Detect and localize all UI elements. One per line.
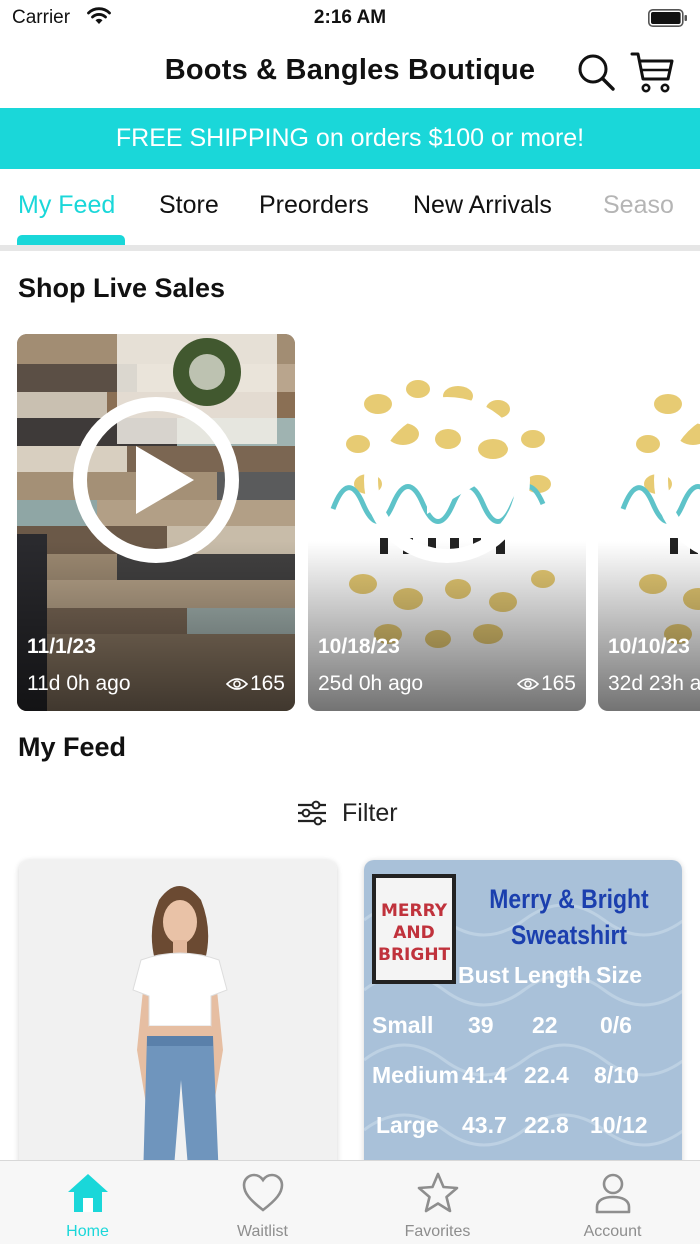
bottom-tab-bar: Home Waitlist Favorites Account bbox=[0, 1160, 700, 1244]
live-sale-ago: 25d 0h ago bbox=[318, 672, 424, 695]
live-sale-card[interactable]: 10/18/23 25d 0h ago 165 bbox=[308, 334, 586, 711]
live-sale-ago: 32d 23h ago bbox=[608, 672, 700, 695]
size-row-size: 10/12 bbox=[590, 1112, 648, 1138]
tab-store[interactable]: Store bbox=[159, 191, 219, 220]
size-row-size: 0/6 bbox=[600, 1012, 632, 1038]
filter-label: Filter bbox=[342, 798, 398, 827]
my-feed-title: My Feed bbox=[18, 732, 127, 762]
cart-icon[interactable] bbox=[630, 50, 676, 94]
live-sales-title: Shop Live Sales bbox=[18, 273, 226, 303]
nav-waitlist-label: Waitlist bbox=[237, 1223, 288, 1240]
views-count: 165 bbox=[540, 672, 576, 695]
live-sales-carousel[interactable]: 11/1/23 11d 0h ago 165 10/18/23 25d 0h a… bbox=[0, 334, 700, 712]
live-sale-ago: 11d 0h ago bbox=[27, 672, 131, 695]
battery-icon bbox=[648, 9, 687, 27]
size-row-label: Large bbox=[376, 1112, 439, 1138]
size-chart-title: Merry & Bright bbox=[489, 884, 649, 914]
size-row-length: 22.8 bbox=[524, 1112, 569, 1138]
size-row-bust: 41.4 bbox=[462, 1062, 507, 1088]
size-row-label: Medium bbox=[372, 1062, 459, 1088]
live-sale-views: 165 bbox=[516, 672, 576, 696]
eye-icon bbox=[516, 678, 539, 690]
live-sale-card[interactable]: 10/10/23 32d 23h ago bbox=[598, 334, 700, 711]
size-chart-subtitle: Sweatshirt bbox=[510, 920, 628, 950]
sliders-icon bbox=[298, 800, 326, 826]
nav-favorites[interactable]: Favorites bbox=[350, 1161, 525, 1244]
size-chart-header-length: Length bbox=[514, 962, 591, 988]
product-photo bbox=[19, 860, 337, 1180]
category-tabs: My Feed Store Preorders New Arrivals Sea… bbox=[0, 169, 700, 245]
live-sale-date: 11/1/23 bbox=[27, 635, 96, 658]
nav-home[interactable]: Home bbox=[0, 1161, 175, 1244]
feed-item-card[interactable] bbox=[19, 860, 337, 1180]
filter-button[interactable]: Filter bbox=[296, 795, 398, 831]
status-bar: Carrier 2:16 AM bbox=[0, 0, 700, 36]
size-row-bust: 39 bbox=[468, 1012, 494, 1038]
size-row-label: Small bbox=[372, 1012, 434, 1038]
person-icon bbox=[595, 1173, 631, 1214]
size-row-size: 8/10 bbox=[594, 1062, 639, 1088]
tab-seasonal[interactable]: Seaso bbox=[603, 191, 674, 220]
heart-icon bbox=[242, 1173, 284, 1212]
home-icon bbox=[68, 1174, 108, 1212]
size-row-bust: 43.7 bbox=[462, 1112, 507, 1138]
tabs-divider bbox=[0, 245, 700, 251]
live-sale-date: 10/10/23 bbox=[608, 635, 690, 658]
app-header: Boots & Bangles Boutique bbox=[0, 36, 700, 108]
shirt-logo-text: MERRY AND BRIGHT bbox=[378, 901, 451, 965]
live-sale-card[interactable]: 11/1/23 11d 0h ago 165 bbox=[17, 334, 295, 711]
nav-favorites-label: Favorites bbox=[404, 1223, 471, 1240]
active-tab-indicator bbox=[17, 235, 125, 245]
views-count: 165 bbox=[249, 672, 285, 695]
nav-home-label: Home bbox=[66, 1223, 109, 1240]
nav-waitlist[interactable]: Waitlist bbox=[175, 1161, 350, 1244]
status-time: 2:16 AM bbox=[313, 7, 387, 28]
live-sale-views: 165 bbox=[225, 672, 285, 696]
nav-account-label: Account bbox=[583, 1223, 642, 1240]
feed-item-card[interactable]: MERRY AND BRIGHT Merry & Bright Sweatshi… bbox=[364, 860, 682, 1180]
tab-new-arrivals[interactable]: New Arrivals bbox=[413, 191, 552, 220]
play-icon[interactable] bbox=[363, 396, 531, 564]
live-sale-date: 10/18/23 bbox=[318, 635, 400, 658]
size-chart-header-bust: Bust bbox=[458, 962, 510, 988]
eye-icon bbox=[225, 678, 248, 690]
promo-banner[interactable]: FREE SHIPPING on orders $100 or more! bbox=[0, 108, 700, 169]
size-row-length: 22.4 bbox=[524, 1062, 569, 1088]
nav-account[interactable]: Account bbox=[525, 1161, 700, 1244]
size-row-length: 22 bbox=[532, 1012, 558, 1038]
search-icon[interactable] bbox=[576, 52, 616, 92]
size-chart-header-size: Size bbox=[596, 962, 643, 988]
play-icon[interactable] bbox=[72, 396, 240, 564]
play-icon[interactable] bbox=[653, 396, 700, 564]
tab-preorders[interactable]: Preorders bbox=[259, 191, 369, 220]
star-icon bbox=[417, 1172, 459, 1213]
tab-my-feed[interactable]: My Feed bbox=[18, 191, 115, 220]
